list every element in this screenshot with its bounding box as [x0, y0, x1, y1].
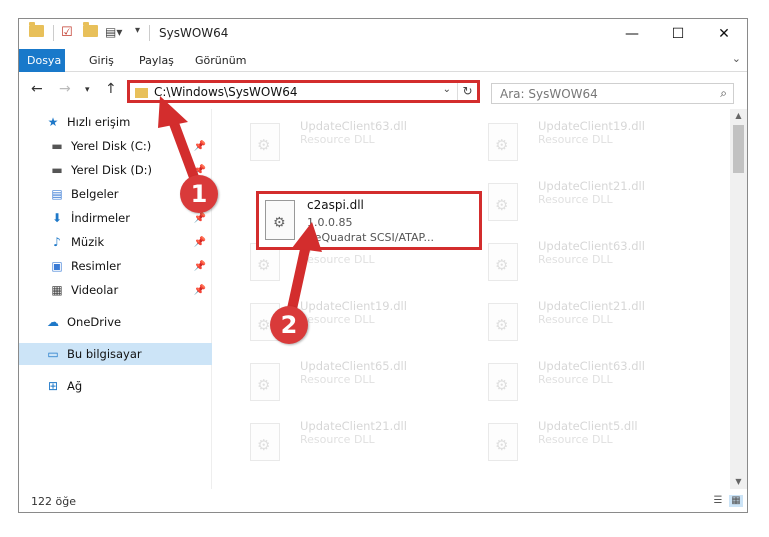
annotation-badge-2: 2: [270, 306, 308, 344]
arrow-1: [158, 96, 203, 193]
arrow-2: [285, 222, 322, 323]
annotation-arrows: [158, 96, 322, 323]
annotation-badge-1: 1: [180, 175, 218, 213]
